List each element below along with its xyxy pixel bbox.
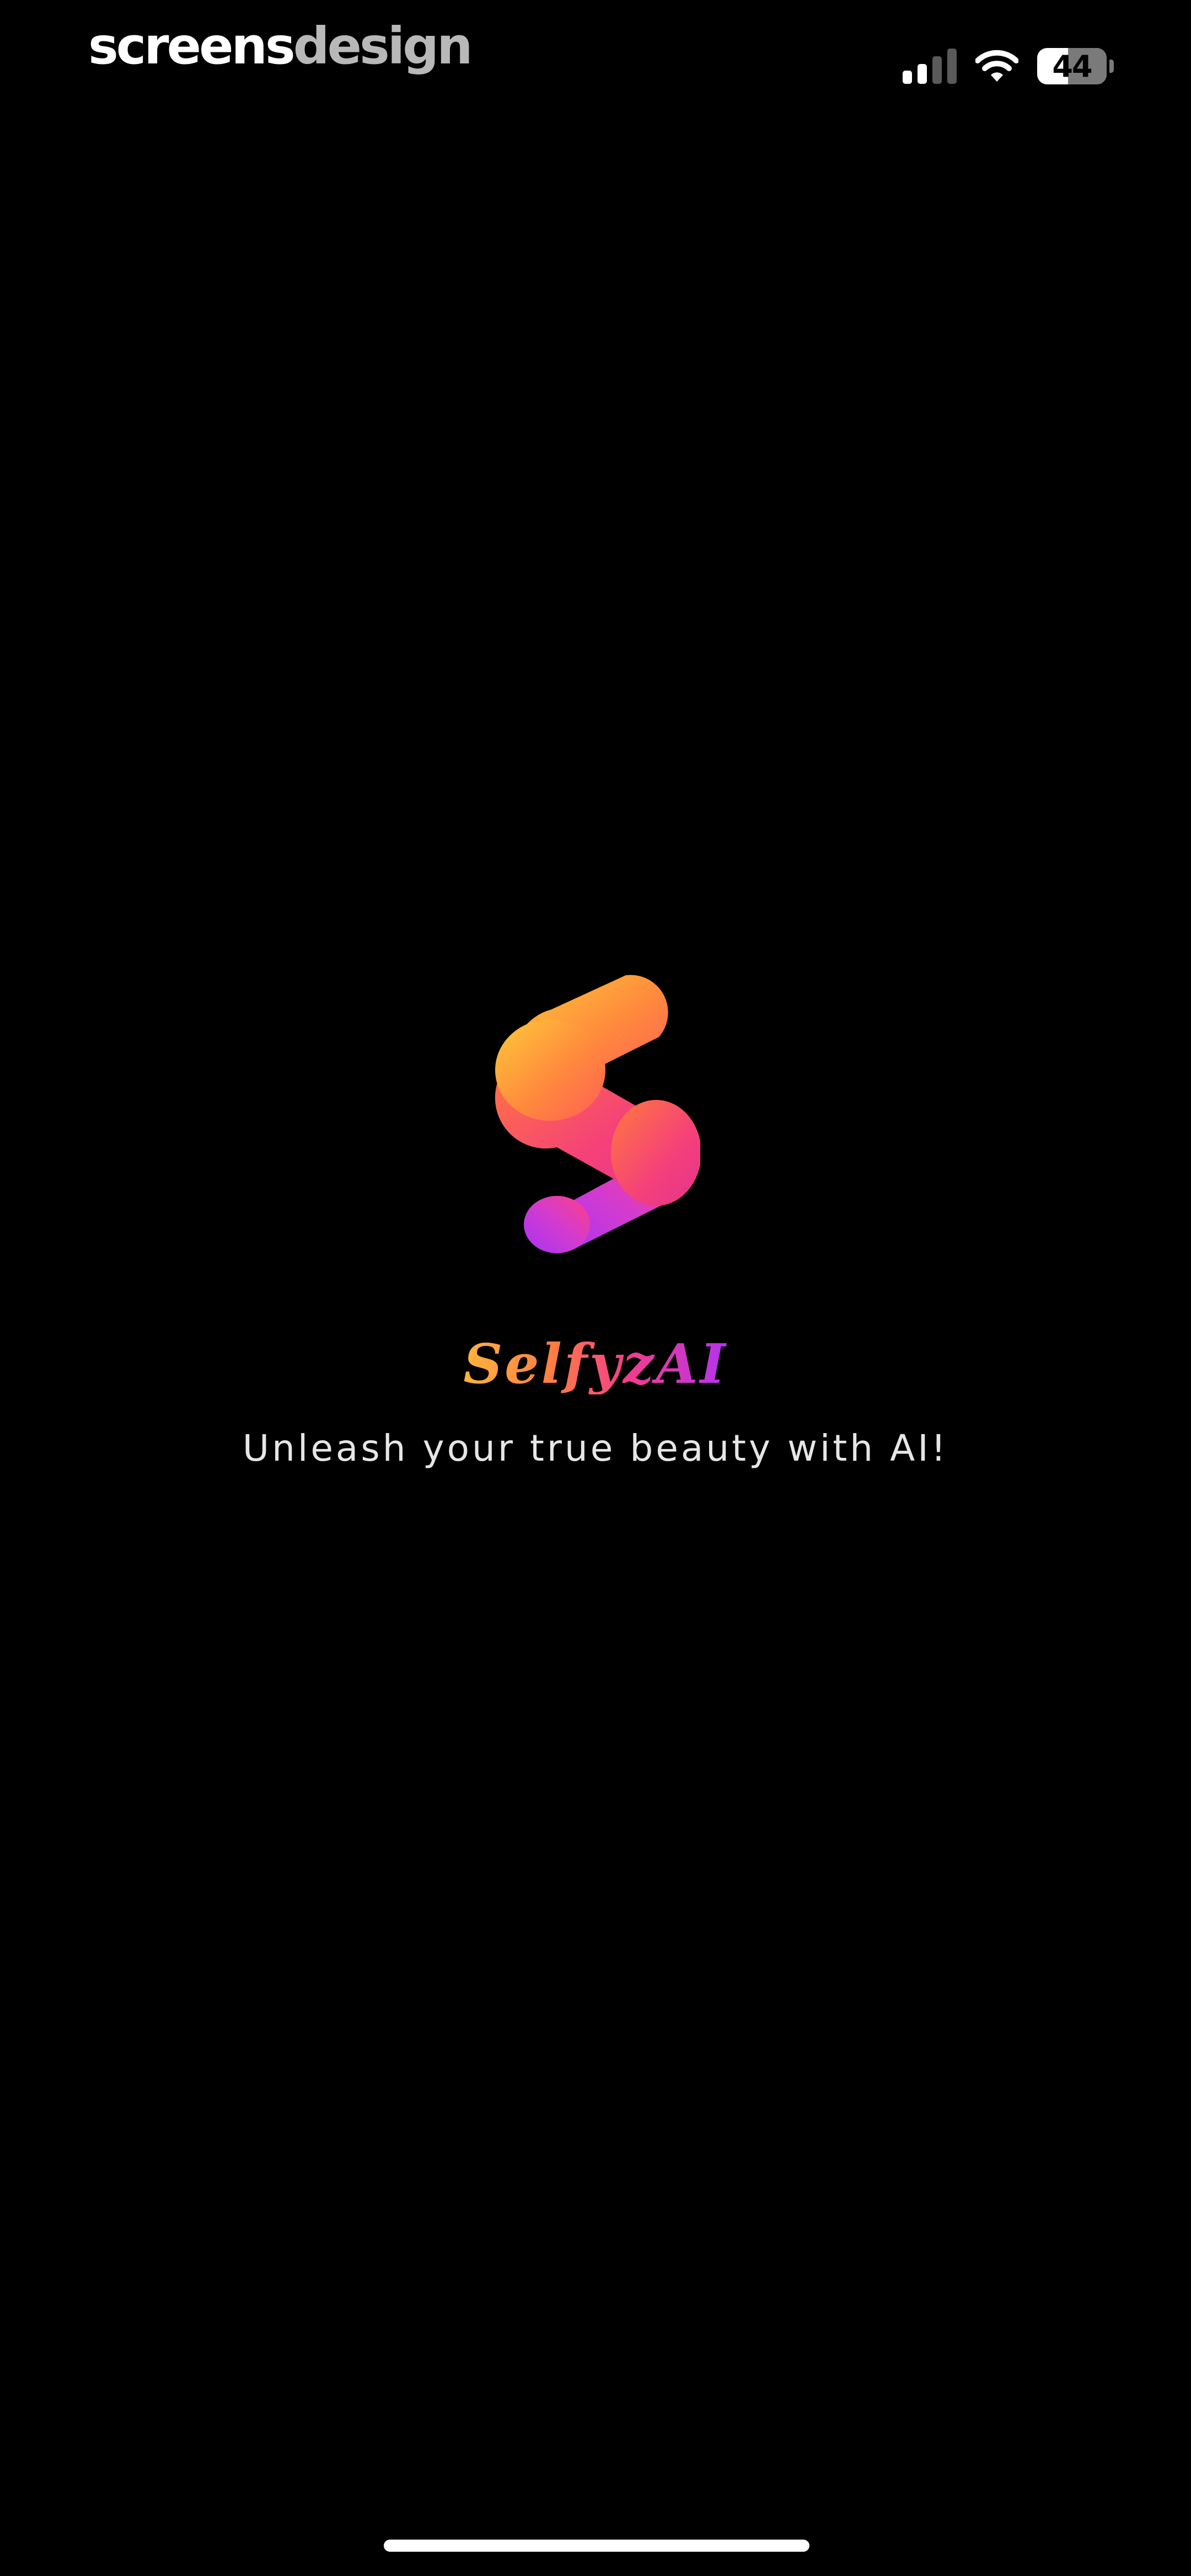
app-name-text: SelfyzAI bbox=[463, 1333, 728, 1396]
tagline: Unleash your true beauty with AI! bbox=[242, 1427, 949, 1469]
cellular-signal-icon bbox=[903, 49, 957, 84]
battery-icon: 44 bbox=[1037, 48, 1114, 84]
wifi-icon bbox=[975, 50, 1018, 83]
screensdesign-watermark: screensdesign bbox=[88, 21, 473, 72]
splash-screen: screensdesign 44 SelfyzAI Unleash your t… bbox=[0, 0, 1191, 2576]
watermark-part-design: design bbox=[293, 17, 473, 76]
battery-level: 44 bbox=[1052, 49, 1092, 84]
home-indicator[interactable] bbox=[384, 2540, 809, 2552]
watermark-part-screens: screens bbox=[88, 17, 296, 76]
selfyzai-s-logo-icon bbox=[495, 975, 700, 1253]
app-name: SelfyzAI bbox=[0, 1335, 1191, 1394]
status-bar: 44 bbox=[903, 44, 1114, 88]
